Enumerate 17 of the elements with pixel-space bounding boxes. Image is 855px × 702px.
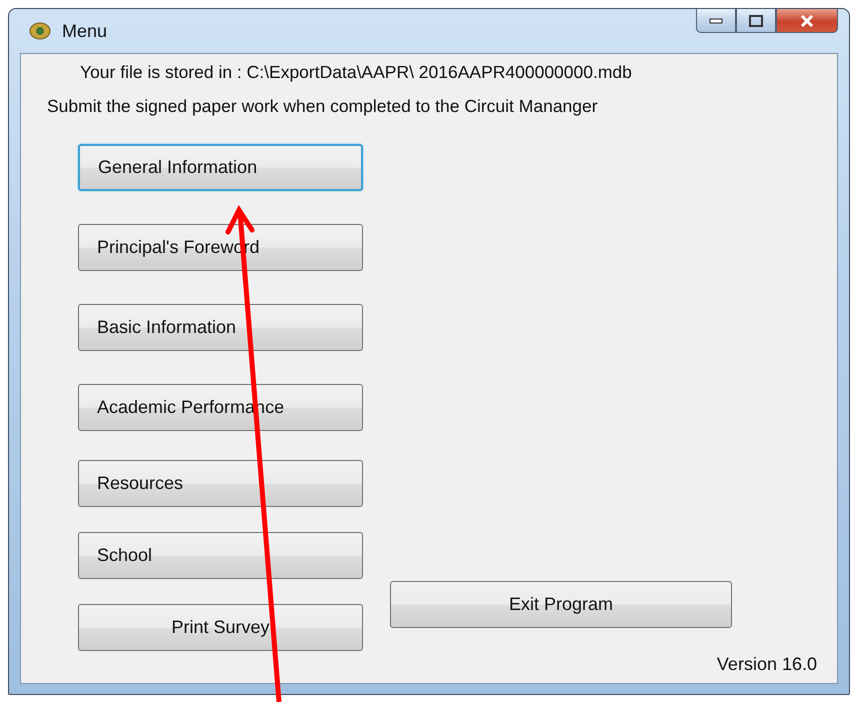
menu-button[interactable]: Basic Information — [78, 304, 363, 351]
app-emblem-icon — [28, 21, 52, 41]
minimize-icon — [709, 18, 723, 24]
close-button[interactable] — [776, 9, 838, 33]
info-text: Submit the signed paper work when completed to the Circuit Mananger — [46, 96, 599, 117]
maximize-icon — [749, 14, 763, 26]
close-icon — [800, 14, 814, 26]
menu-button[interactable]: Print Survey — [78, 604, 363, 651]
window-title: Menu — [62, 20, 108, 42]
exit-button[interactable]: Exit Program — [390, 581, 732, 628]
maximize-button[interactable] — [736, 9, 776, 33]
minimize-button[interactable] — [696, 9, 736, 33]
menu-button[interactable]: School — [78, 532, 363, 579]
menu-button[interactable]: Resources — [78, 460, 363, 507]
version-text: Version 16.0 — [716, 654, 817, 675]
menu-button[interactable]: General Information — [78, 144, 363, 191]
info-text: Your file is stored in : C:\ExportData\AAPR\ 2016AAPR400000000.mdb — [79, 62, 633, 83]
